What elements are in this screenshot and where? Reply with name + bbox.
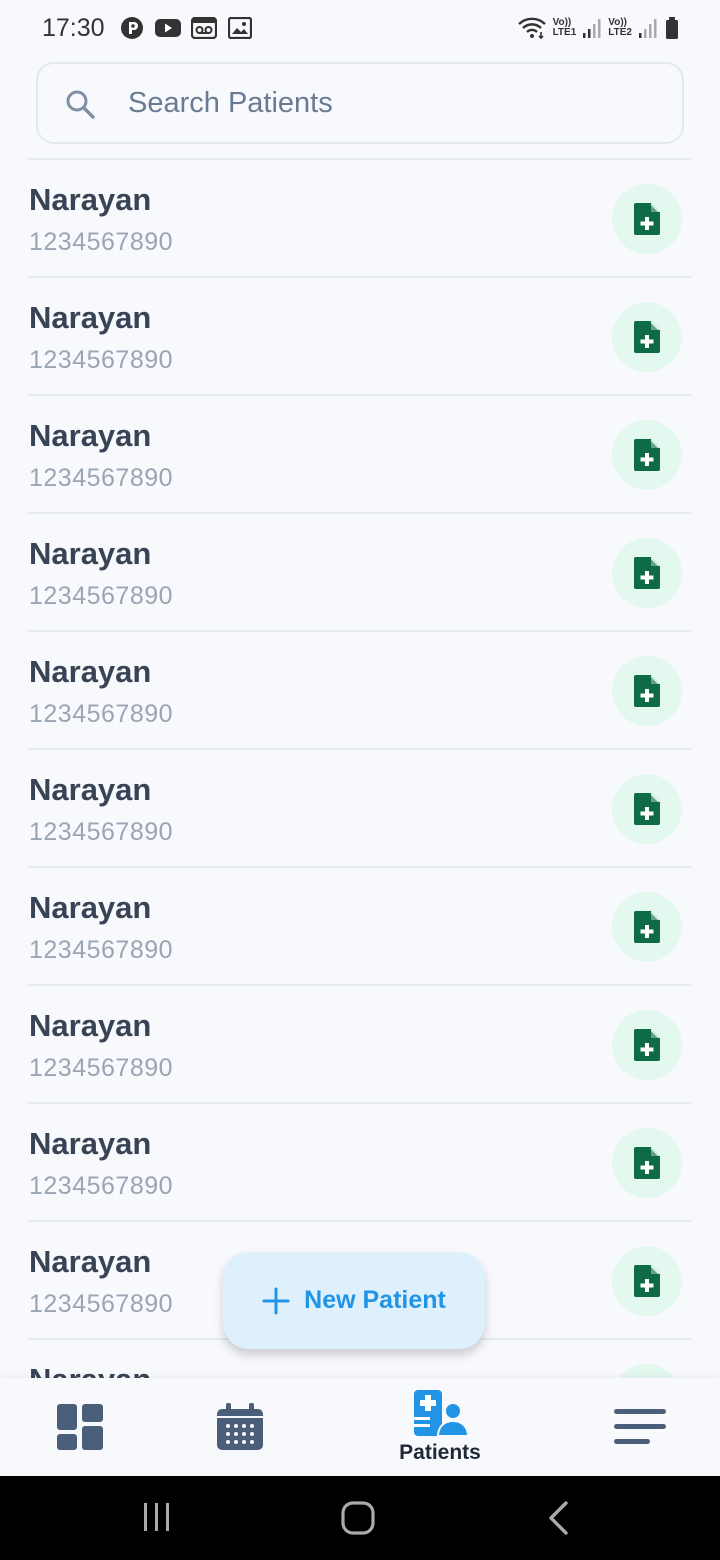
patient-phone: 1234567890 xyxy=(29,228,174,256)
patient-row[interactable]: Narayan 1234567890 xyxy=(28,748,691,866)
add-record-button[interactable] xyxy=(612,1364,682,1378)
new-patient-label: New Patient xyxy=(304,1286,446,1314)
patient-list: Narayan 1234567890 Narayan 1234567890 Na… xyxy=(28,158,691,1378)
patient-name: Narayan xyxy=(29,1126,152,1161)
patient-name: Narayan xyxy=(29,182,152,217)
patients-screen: 17:30 Vo)) LTE1 Vo)) LTE2 Search Patient… xyxy=(0,0,720,1560)
image-icon xyxy=(227,15,253,41)
add-record-button[interactable] xyxy=(612,1128,682,1198)
recent-apps-icon[interactable] xyxy=(142,1500,172,1534)
patient-name: Narayan xyxy=(29,890,152,925)
add-record-button[interactable] xyxy=(612,184,682,254)
add-document-icon xyxy=(634,675,660,707)
patient-name: Narayan xyxy=(29,300,152,335)
calendar-icon xyxy=(217,1403,263,1450)
home-icon[interactable] xyxy=(340,1500,376,1536)
patient-row[interactable]: Narayan 1234567890 xyxy=(28,158,691,276)
patient-phone: 1234567890 xyxy=(29,936,174,964)
search-bar[interactable] xyxy=(36,62,684,144)
patient-name: Narayan xyxy=(29,418,152,453)
back-icon[interactable] xyxy=(546,1500,572,1536)
add-document-icon xyxy=(634,1029,660,1061)
new-patient-button[interactable]: New Patient xyxy=(223,1252,485,1349)
patient-row[interactable]: Narayan 1234567890 xyxy=(28,630,691,748)
sim1-bottom: LTE1 xyxy=(552,27,577,38)
patient-row[interactable]: Narayan 1234567890 xyxy=(28,512,691,630)
nav-menu[interactable] xyxy=(600,1378,680,1476)
patient-name: Narayan xyxy=(29,1008,152,1043)
patient-name: Narayan xyxy=(29,536,152,571)
patient-row[interactable]: Narayan 1234567890 xyxy=(28,394,691,512)
add-record-button[interactable] xyxy=(612,1246,682,1316)
patient-name: Narayan xyxy=(29,1244,152,1279)
menu-icon xyxy=(614,1409,666,1444)
patient-row[interactable]: Narayan 1234567890 xyxy=(28,1102,691,1220)
status-bar: 17:30 Vo)) LTE1 Vo)) LTE2 xyxy=(0,0,720,56)
nav-patients-label: Patients xyxy=(399,1441,481,1464)
add-record-button[interactable] xyxy=(612,420,682,490)
patients-icon xyxy=(414,1390,468,1437)
status-time: 17:30 xyxy=(42,13,105,42)
plus-icon xyxy=(262,1287,290,1314)
patient-phone: 1234567890 xyxy=(29,1054,174,1082)
wifi-icon xyxy=(517,15,547,41)
battery-icon xyxy=(664,15,680,41)
add-document-icon xyxy=(634,793,660,825)
add-record-button[interactable] xyxy=(612,302,682,372)
patient-phone: 1234567890 xyxy=(29,346,174,374)
add-document-icon xyxy=(634,557,660,589)
patient-row[interactable]: Narayan 1234567890 xyxy=(28,984,691,1102)
add-document-icon xyxy=(634,911,660,943)
status-right: Vo)) LTE1 Vo)) LTE2 xyxy=(517,15,680,41)
status-left: 17:30 xyxy=(42,14,253,43)
patient-row[interactable]: Narayan 1234567890 xyxy=(28,276,691,394)
add-document-icon xyxy=(634,1265,660,1297)
patient-phone: 1234567890 xyxy=(29,464,174,492)
patient-row[interactable]: Narayan 1234567890 xyxy=(28,866,691,984)
voicemail-icon xyxy=(190,15,217,41)
nav-dashboard[interactable] xyxy=(40,1378,120,1476)
bottom-nav: Patients xyxy=(0,1378,720,1476)
add-document-icon xyxy=(634,321,660,353)
youtube-icon xyxy=(154,15,181,41)
patient-phone: 1234567890 xyxy=(29,582,174,610)
nav-calendar[interactable] xyxy=(200,1378,280,1476)
search-icon xyxy=(66,90,95,119)
add-document-icon xyxy=(634,1147,660,1179)
signal-icon xyxy=(638,15,658,41)
sim1-label: Vo)) LTE1 xyxy=(553,18,577,38)
dashboard-icon xyxy=(57,1404,103,1450)
sim2-bottom: LTE2 xyxy=(608,27,632,38)
patient-phone: 1234567890 xyxy=(29,818,174,846)
search-input[interactable] xyxy=(128,64,668,142)
patient-phone: 1234567890 xyxy=(29,1172,174,1200)
patient-name: Narayan xyxy=(29,654,152,689)
add-document-icon xyxy=(634,439,660,471)
signal-icon xyxy=(582,15,602,41)
add-document-icon xyxy=(634,203,660,235)
patient-name: Narayan xyxy=(29,1362,151,1378)
nav-patients[interactable]: Patients xyxy=(390,1378,490,1476)
system-nav-bar xyxy=(0,1476,720,1560)
app-icon xyxy=(119,15,145,41)
patient-phone: 1234567890 xyxy=(29,700,174,728)
add-record-button[interactable] xyxy=(612,774,682,844)
add-record-button[interactable] xyxy=(612,656,682,726)
add-record-button[interactable] xyxy=(612,538,682,608)
sim2-label: Vo)) LTE2 xyxy=(608,18,632,38)
add-record-button[interactable] xyxy=(612,1010,682,1080)
patient-name: Narayan xyxy=(29,772,152,807)
add-record-button[interactable] xyxy=(612,892,682,962)
patient-phone: 1234567890 xyxy=(29,1290,174,1318)
